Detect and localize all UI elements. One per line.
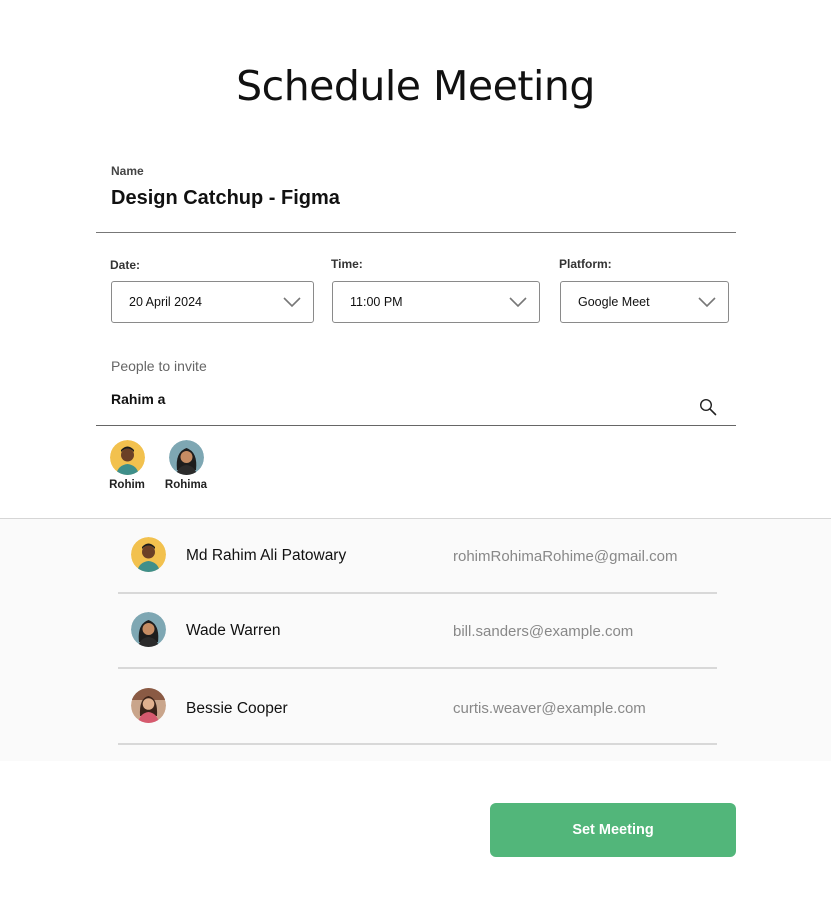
selected-person-chip[interactable]: Rohima	[156, 440, 216, 491]
chip-name: Rohim	[109, 479, 145, 491]
person-name: Md Rahim Ali Patowary	[186, 547, 347, 564]
avatar	[131, 537, 166, 572]
date-label: Date:	[110, 258, 141, 272]
list-item[interactable]: Md Rahim Ali Patowary rohimRohimaRohime@…	[118, 519, 717, 594]
people-to-invite-label: People to invite	[111, 358, 207, 374]
person-name: Wade Warren	[186, 622, 281, 639]
search-results-list: Md Rahim Ali Patowary rohimRohimaRohime@…	[0, 518, 831, 761]
chip-name: Rohima	[164, 479, 208, 491]
time-label: Time:	[331, 257, 363, 271]
set-meeting-button[interactable]: Set Meeting	[490, 803, 736, 857]
avatar	[131, 612, 166, 647]
meeting-name-input[interactable]: Design Catchup - Figma	[111, 187, 340, 210]
chevron-down-icon	[509, 297, 527, 308]
chevron-down-icon	[698, 297, 716, 308]
avatar	[109, 440, 145, 475]
chevron-down-icon	[283, 297, 301, 308]
list-item[interactable]: Wade Warren bill.sanders@example.com	[118, 594, 717, 669]
platform-value: Google Meet	[578, 295, 650, 309]
row-divider	[118, 743, 717, 745]
avatar	[131, 688, 166, 723]
time-select[interactable]: 11:00 PM	[332, 281, 540, 323]
platform-select[interactable]: Google Meet	[560, 281, 729, 323]
person-email: curtis.weaver@example.com	[453, 700, 646, 717]
list-item[interactable]: Bessie Cooper curtis.weaver@example.com	[118, 670, 717, 745]
person-email: rohimRohimaRohime@gmail.com	[453, 548, 678, 565]
date-value: 20 April 2024	[129, 295, 202, 309]
avatar	[168, 440, 204, 475]
name-label: Name	[111, 164, 144, 178]
search-icon[interactable]	[699, 398, 717, 416]
people-underline	[96, 425, 736, 426]
person-email: bill.sanders@example.com	[453, 623, 634, 640]
page-title: Schedule Meeting	[236, 62, 595, 110]
person-name: Bessie Cooper	[186, 700, 288, 717]
row-divider	[118, 667, 717, 669]
date-select[interactable]: 20 April 2024	[111, 281, 314, 323]
name-underline	[96, 232, 736, 233]
time-value: 11:00 PM	[350, 295, 403, 309]
selected-person-chip[interactable]: Rohim	[97, 440, 157, 491]
platform-label: Platform:	[559, 257, 612, 271]
people-search-input[interactable]: Rahim a	[111, 391, 165, 407]
